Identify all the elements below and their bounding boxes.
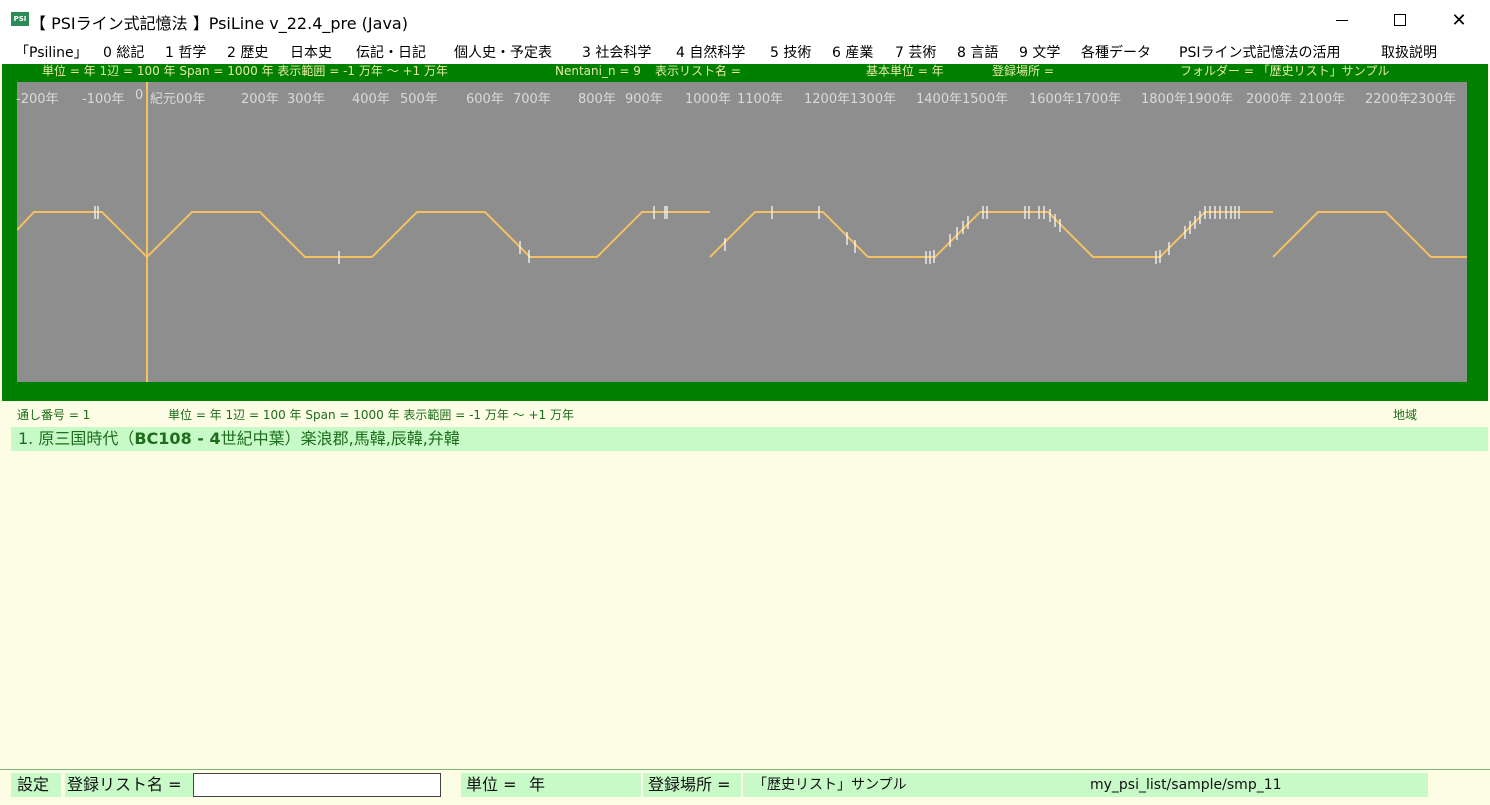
menu-bar: 「Psiline」 0 総記 1 哲学 2 歴史 日本史 伝記・日記 個人史・予… [0,40,1490,64]
list-name-input[interactable] [193,773,441,797]
menu-personal-history[interactable]: 個人史・予定表 [454,42,552,62]
event-tick-marks [94,206,1240,264]
info-display-list: 表示リスト名 = [655,64,741,78]
list-item-prefix: 1. 原三国時代（ [18,429,135,448]
window-title: 【 PSIライン式記憶法 】PsiLine v_22.4_pre (Java) [30,14,408,33]
menu-psiline[interactable]: 「Psiline」 [15,42,88,62]
menu-data[interactable]: 各種データ [1081,42,1151,62]
list-item-range: BC108 - 4 [134,429,221,448]
list-item[interactable]: 1. 原三国時代（BC108 - 4世紀中葉）楽浪郡,馬韓,辰韓,弁韓 [11,427,1488,451]
menu-philosophy[interactable]: 1 哲学 [165,42,206,62]
psi-line-graph [17,82,1467,382]
maximize-icon [1394,14,1406,26]
registered-path: my_psi_list/sample/smp_11 [1090,777,1282,793]
menu-literature[interactable]: 9 文学 [1019,42,1060,62]
psi-line-segment-1 [17,211,710,259]
app-window: PSI 【 PSIライン式記憶法 】PsiLine v_22.4_pre (Ja… [0,0,1490,805]
unit-label: 単位 = [461,773,523,797]
psi-line-segment-2 [709,211,1273,258]
menu-industry[interactable]: 6 産業 [832,42,873,62]
list-region-label: 地域 [1393,408,1418,422]
registered-place-label: 登録場所 = [643,773,741,797]
settings-button[interactable]: 設定 [11,773,61,797]
minimize-icon [1336,19,1348,21]
app-icon: PSI [11,12,29,26]
menu-general[interactable]: 0 総記 [103,42,144,62]
info-base-unit: 基本単位 = 年 [866,64,944,78]
menu-natural-science[interactable]: 4 自然科学 [676,42,745,62]
list-unit-info: 単位 = 年 1辺 = 100 年 Span = 1000 年 表示範囲 = -… [168,408,574,422]
list-name-label: 登録リスト名 = [65,773,193,797]
list-item-suffix: 世紀中葉）楽浪郡,馬韓,辰韓,弁韓 [220,429,460,448]
menu-japanese-history[interactable]: 日本史 [290,42,332,62]
info-nentani: Nentani_n = 9 [555,64,641,78]
menu-technology[interactable]: 5 技術 [770,42,811,62]
close-button[interactable]: ✕ [1430,0,1488,40]
list-serial-number: 通し番号 = 1 [17,408,91,422]
menu-history[interactable]: 2 歴史 [227,42,268,62]
menu-psiline-usage[interactable]: PSIライン式記憶法の活用 [1179,42,1340,62]
timeline-plot[interactable]: -200年 -100年 0 紀元00年 200年 300年 400年 500年 … [16,82,1467,382]
close-icon: ✕ [1451,9,1467,31]
info-folder: フォルダー = 「歴史リスト」サンプル [1180,64,1390,78]
minimize-button[interactable] [1313,0,1371,40]
title-bar: PSI 【 PSIライン式記憶法 】PsiLine v_22.4_pre (Ja… [0,0,1490,40]
menu-arts[interactable]: 7 芸術 [895,42,936,62]
maximize-button[interactable] [1371,0,1429,40]
info-unit: 単位 = 年 1辺 = 100 年 Span = 1000 年 表示範囲 = -… [42,64,448,78]
unit-value: 年 [523,773,641,797]
menu-biography[interactable]: 伝記・日記 [356,42,426,62]
menu-social-science[interactable]: 3 社会科学 [582,42,651,62]
info-registered-place: 登録場所 = [992,64,1054,78]
list-area [0,401,1490,769]
psi-line-segment-3 [1272,211,1467,258]
menu-language[interactable]: 8 言語 [957,42,998,62]
menu-manual[interactable]: 取扱説明 [1381,42,1437,62]
